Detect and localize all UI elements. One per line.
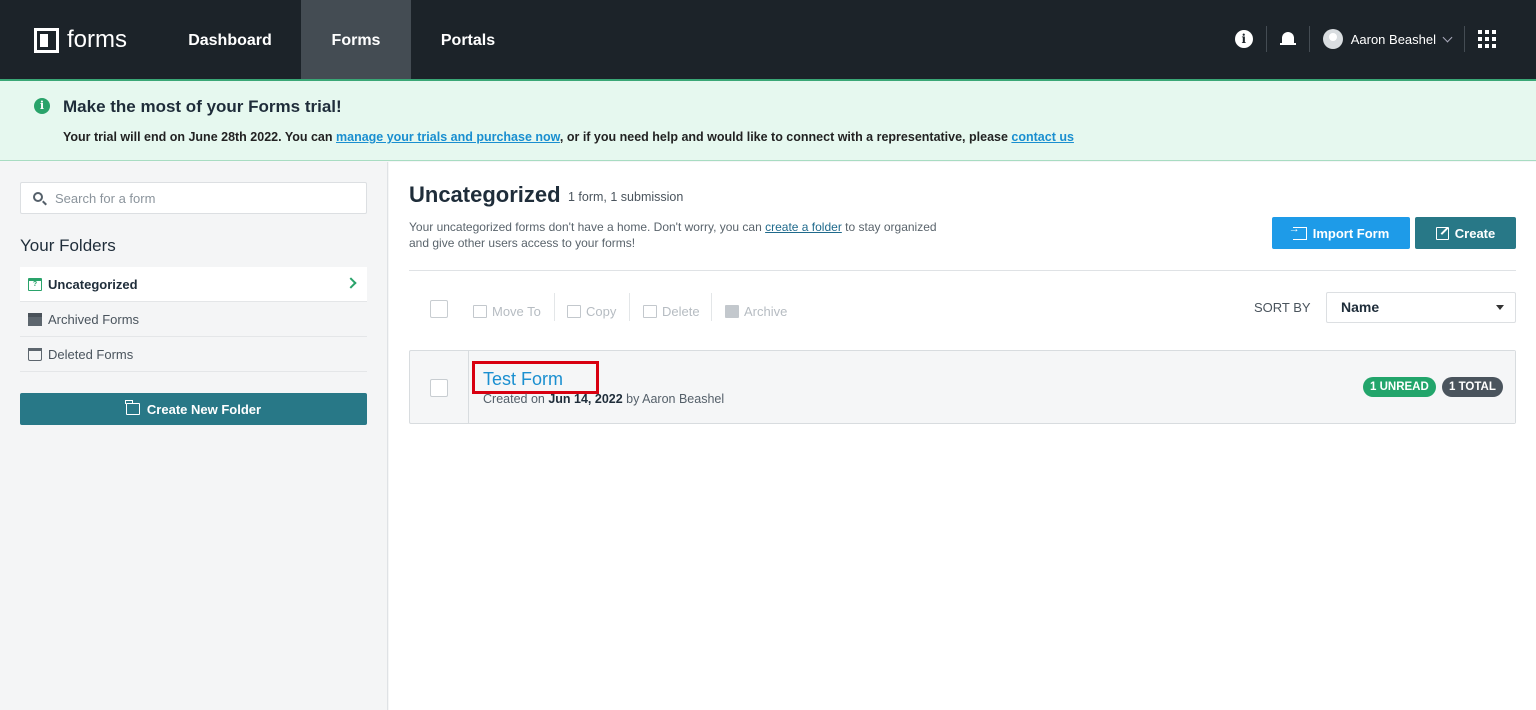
banner-text: Your trial will end on June 28th 2022. Y… xyxy=(63,130,1074,144)
unread-badge[interactable]: 1 UNREAD xyxy=(1363,377,1436,397)
archive-button[interactable]: Archive xyxy=(725,297,787,325)
form-row-body[interactable]: Test Form Created on Jun 14, 2022 by Aar… xyxy=(469,351,1515,423)
folders-heading: Your Folders xyxy=(20,236,116,255)
trash-icon xyxy=(643,304,657,318)
divider xyxy=(1308,26,1310,52)
import-form-label: Import Form xyxy=(1312,225,1390,241)
nav-dashboard[interactable]: Dashboard xyxy=(175,0,285,79)
create-button[interactable]: Create xyxy=(1415,217,1516,249)
total-badge[interactable]: 1 TOTAL xyxy=(1442,377,1503,397)
folder-label: Uncategorized xyxy=(48,276,138,292)
avatar[interactable] xyxy=(1322,29,1343,49)
create-new-folder-button[interactable]: Create New Folder xyxy=(20,393,367,425)
meta-text: Created on xyxy=(483,392,549,406)
archive-label: Archive xyxy=(744,303,788,319)
search-icon xyxy=(33,192,43,202)
chevron-down-icon[interactable] xyxy=(1442,32,1453,42)
folder-label: Archived Forms xyxy=(48,311,140,327)
logo[interactable]: forms xyxy=(34,26,127,54)
created-date: Jun 14, 2022 xyxy=(548,392,623,406)
user-menu[interactable]: Aaron Beashel xyxy=(1351,32,1436,47)
import-form-button[interactable]: Import Form xyxy=(1272,217,1410,249)
move-to-button[interactable]: Move To xyxy=(473,297,541,325)
archive-icon xyxy=(725,304,739,318)
bulk-actions-toolbar: Move To Copy Delete Archive SORT BY Name xyxy=(409,292,1516,325)
delete-label: Delete xyxy=(662,303,700,319)
search-box[interactable] xyxy=(20,182,367,214)
forms-logo-icon xyxy=(34,27,59,53)
move-icon xyxy=(473,304,487,318)
main-content: Uncategorized 1 form, 1 submission Your … xyxy=(389,162,1536,710)
info-circle-icon: i xyxy=(34,98,50,114)
banner-text-part: Your trial will end on June 28th 2022. Y… xyxy=(63,130,336,144)
page-subtitle: 1 form, 1 submission xyxy=(568,190,684,204)
create-label: Create xyxy=(1454,225,1496,241)
copy-button[interactable]: Copy xyxy=(567,297,616,325)
sidebar: Your Folders ? Uncategorized Archived Fo… xyxy=(0,162,388,710)
edit-icon xyxy=(1435,226,1449,240)
row-checkbox-cell xyxy=(410,351,469,423)
nav-forms[interactable]: Forms xyxy=(301,0,411,79)
desc-text: Your uncategorized forms don't have a ho… xyxy=(409,220,766,234)
folder-icon xyxy=(125,400,140,415)
nav-portals[interactable]: Portals xyxy=(425,0,511,79)
search-input[interactable] xyxy=(55,189,355,207)
top-right-controls: i Aaron Beashel xyxy=(1234,26,1496,52)
divider xyxy=(1265,26,1267,52)
divider xyxy=(629,293,630,321)
sort-select[interactable]: Name xyxy=(1326,292,1516,323)
page-description: Your uncategorized forms don't have a ho… xyxy=(409,219,949,251)
form-list-item[interactable]: Test Form Created on Jun 14, 2022 by Aar… xyxy=(409,350,1516,424)
trash-icon xyxy=(28,347,42,361)
create-new-folder-label: Create New Folder xyxy=(146,401,262,417)
copy-icon xyxy=(567,304,581,318)
sort-value: Name xyxy=(1341,299,1380,315)
chevron-right-icon xyxy=(345,277,357,289)
bell-icon[interactable] xyxy=(1279,30,1296,48)
divider xyxy=(1464,26,1465,52)
import-icon xyxy=(1289,223,1307,240)
folder-item-deleted[interactable]: Deleted Forms xyxy=(20,337,367,372)
trial-banner xyxy=(0,81,1536,161)
folder-label: Deleted Forms xyxy=(48,346,134,362)
form-name-link[interactable]: Test Form xyxy=(483,369,563,390)
create-folder-link[interactable]: create a folder xyxy=(765,220,842,234)
row-checkbox[interactable] xyxy=(430,379,448,397)
folder-item-uncategorized[interactable]: ? Uncategorized xyxy=(20,267,367,302)
folder-item-archived[interactable]: Archived Forms xyxy=(20,302,367,337)
meta-text: by Aaron Beashel xyxy=(622,392,725,406)
top-nav: forms Dashboard Forms Portals i Aaron Be… xyxy=(0,0,1536,81)
info-icon[interactable]: i xyxy=(1234,30,1253,48)
banner-text-part: , or if you need help and would like to … xyxy=(559,130,1012,144)
page-title: Uncategorized xyxy=(409,182,561,207)
copy-label: Copy xyxy=(586,303,617,319)
archive-icon xyxy=(28,312,42,326)
app-grid-icon[interactable] xyxy=(1478,30,1496,48)
delete-button[interactable]: Delete xyxy=(643,297,700,325)
caret-down-icon xyxy=(1496,305,1504,310)
contact-us-link[interactable]: contact us xyxy=(1011,130,1074,144)
uncategorized-folder-icon: ? xyxy=(28,277,42,291)
divider xyxy=(409,270,1516,271)
move-to-label: Move To xyxy=(492,303,541,319)
sort-by-label: SORT BY xyxy=(1254,300,1311,315)
logo-text: forms xyxy=(67,26,127,53)
manage-trials-link[interactable]: manage your trials and purchase now xyxy=(336,130,560,144)
divider xyxy=(711,293,712,321)
divider xyxy=(554,293,555,321)
select-all-checkbox[interactable] xyxy=(430,300,448,318)
banner-title: Make the most of your Forms trial! xyxy=(63,97,342,116)
form-meta: Created on Jun 14, 2022 by Aaron Beashel xyxy=(483,392,724,406)
